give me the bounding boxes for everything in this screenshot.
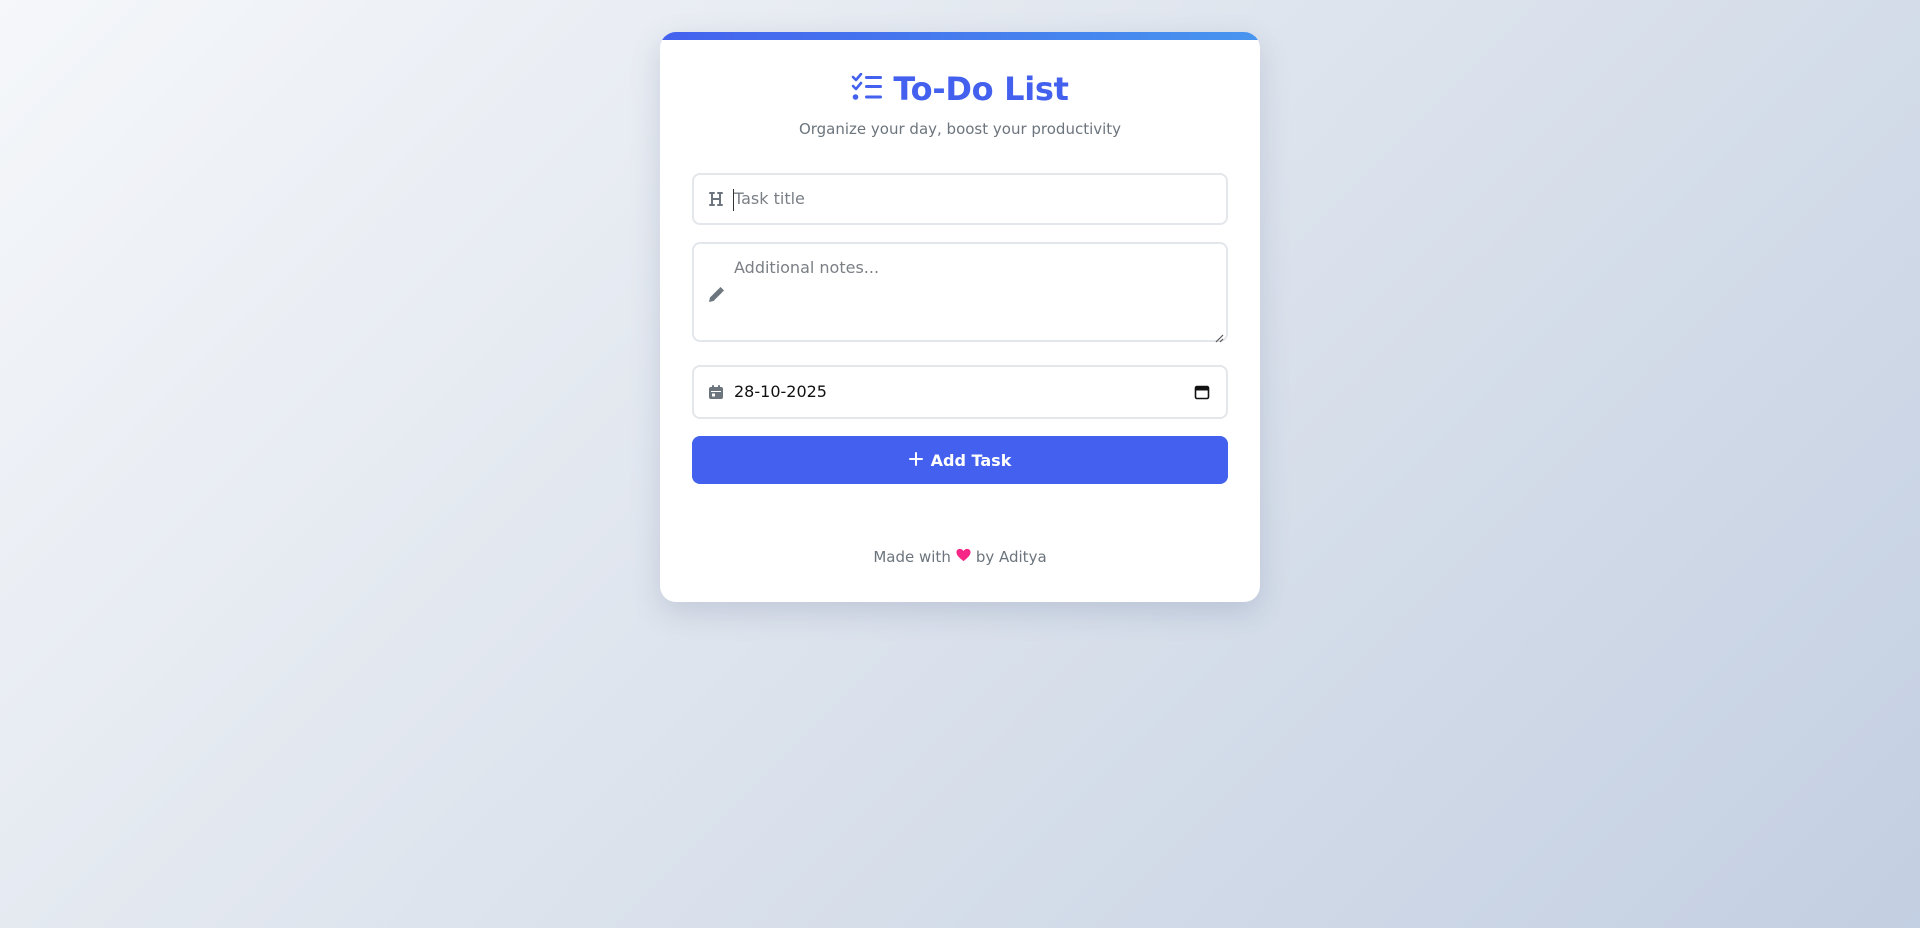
footer-prefix: Made with (873, 548, 951, 566)
page-title: To-Do List (893, 70, 1069, 108)
heart-icon (956, 548, 971, 566)
due-date-input[interactable]: 28-10-2025 (734, 382, 827, 401)
add-task-button[interactable]: Add Task (692, 436, 1228, 484)
resize-handle[interactable] (1214, 328, 1224, 343)
notes-field[interactable]: Additional notes... (692, 242, 1228, 343)
notes-input[interactable]: Additional notes... (734, 258, 1212, 277)
pencil-icon (706, 285, 726, 305)
card-accent-bar (660, 32, 1260, 40)
plus-icon (908, 451, 923, 470)
calendar-icon (706, 382, 726, 402)
todo-card: To-Do List Organize your day, boost your… (660, 32, 1260, 602)
task-title-field[interactable]: Task title (692, 173, 1228, 225)
list-check-icon (851, 72, 883, 105)
app-header: To-Do List (660, 70, 1260, 108)
date-picker-icon[interactable] (1194, 384, 1210, 400)
add-task-label: Add Task (930, 450, 1012, 470)
due-date-field[interactable]: 28-10-2025 (692, 365, 1228, 419)
page-subtitle: Organize your day, boost your productivi… (798, 120, 1122, 138)
footer-suffix: by Aditya (975, 548, 1047, 566)
heading-icon (706, 189, 726, 209)
footer: Made with by Aditya (660, 548, 1260, 566)
task-title-input[interactable]: Task title (734, 189, 1212, 208)
